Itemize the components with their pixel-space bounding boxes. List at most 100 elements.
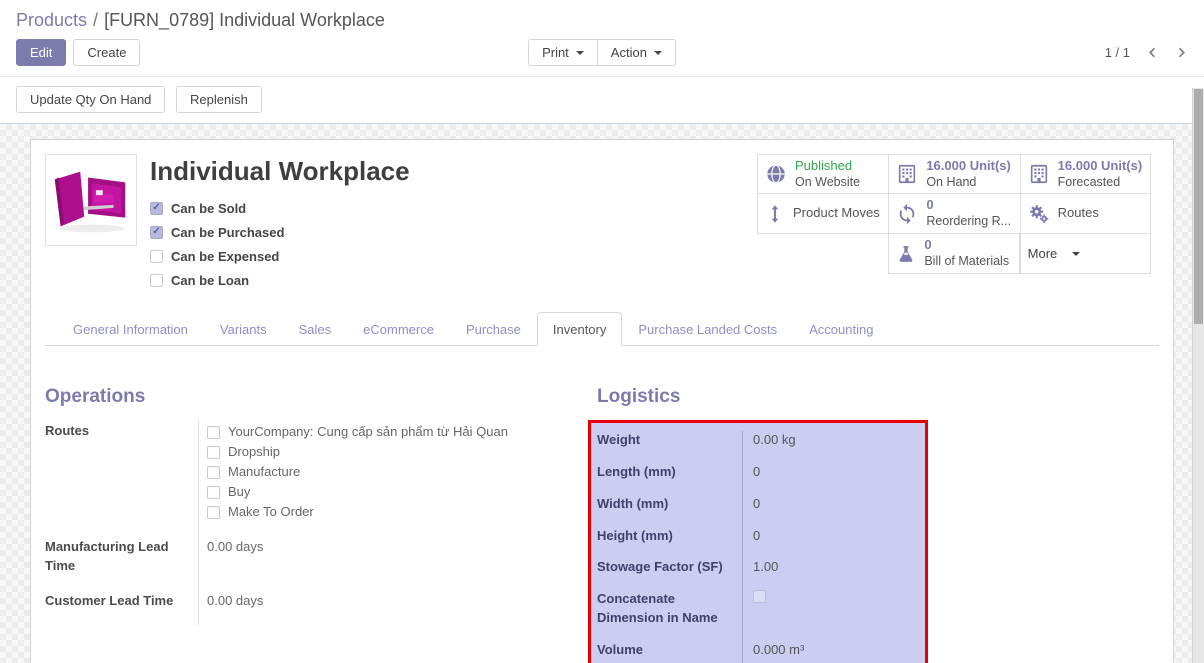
stat-product-moves[interactable]: Product Moves xyxy=(757,194,888,234)
form-header: Individual Workplace ✓ Can be Sold ✓ Can… xyxy=(45,154,1159,297)
flag-can-be-purchased: ✓ Can be Purchased xyxy=(150,225,757,239)
tab-variants[interactable]: Variants xyxy=(204,312,283,346)
tab-label: Accounting xyxy=(809,322,873,337)
stat-on-hand[interactable]: 16.000 Unit(s) On Hand xyxy=(888,154,1019,194)
breadcrumb: Products/[FURN_0789] Individual Workplac… xyxy=(0,0,1204,37)
tab-label: General Information xyxy=(73,322,188,337)
routes-field-label: Routes xyxy=(45,420,198,536)
route-checkbox[interactable]: ✓ xyxy=(207,466,220,479)
refresh-icon xyxy=(896,203,918,225)
width-value: 0 xyxy=(742,495,925,527)
flask-icon xyxy=(896,244,916,264)
tab-accounting[interactable]: Accounting xyxy=(793,312,889,346)
globe-icon xyxy=(765,163,787,185)
update-qty-on-hand-button[interactable]: Update Qty On Hand xyxy=(16,86,165,113)
caret-down-icon xyxy=(1072,252,1080,260)
stat-forecasted[interactable]: 16.000 Unit(s)Forecasted xyxy=(1020,154,1151,194)
route-checkbox[interactable]: ✓ xyxy=(207,426,220,439)
pager-count: 1 / 1 xyxy=(1105,45,1130,60)
tab-inventory[interactable]: Inventory xyxy=(537,312,622,346)
volume-value: 0.000 m³ xyxy=(742,641,925,663)
scrollbar-thumb[interactable] xyxy=(1194,89,1203,324)
customer-lead-time-value: 0.00 days xyxy=(198,590,588,625)
tab-general-information[interactable]: General Information xyxy=(57,312,204,346)
route-checkbox[interactable]: ✓ xyxy=(207,486,220,499)
action-label: Action xyxy=(611,45,647,60)
route-label: Make To Order xyxy=(228,503,314,522)
object-buttons-row: Update Qty On Hand Replenish xyxy=(0,77,1204,124)
stowage-factor-value: 1.00 xyxy=(742,558,925,590)
stat-bill-of-materials[interactable]: 0Bill of Materials xyxy=(888,234,1019,274)
flag-label: Can be Loan xyxy=(171,273,249,288)
more-label: More xyxy=(1028,246,1058,261)
stat-label: On Hand xyxy=(926,175,976,189)
tab-purchase-landed-costs[interactable]: Purchase Landed Costs xyxy=(622,312,793,346)
flag-label: Can be Expensed xyxy=(171,249,279,264)
pager-next-icon[interactable] xyxy=(1175,46,1188,59)
stat-value: 0 xyxy=(926,197,933,212)
manufacturing-lead-time-value: 0.00 days xyxy=(198,536,588,590)
stowage-factor-label: Stowage Factor (SF) xyxy=(591,558,742,590)
can-be-expensed-checkbox[interactable]: ✓ xyxy=(150,250,163,263)
can-be-purchased-checkbox[interactable]: ✓ xyxy=(150,226,163,239)
tab-label: eCommerce xyxy=(363,322,434,337)
stat-label: Reordering R... xyxy=(926,214,1011,228)
print-label: Print xyxy=(542,45,569,60)
control-panel: Products/[FURN_0789] Individual Workplac… xyxy=(0,0,1204,77)
stat-value: 16.000 Unit(s) xyxy=(926,158,1011,173)
caret-down-icon xyxy=(576,51,584,59)
stat-button-grid: PublishedOn Website 16.000 Unit(s) On Han… xyxy=(757,154,1151,274)
stat-reordering-rules[interactable]: 0 Reordering R... xyxy=(888,194,1019,234)
route-option: ✓ Buy xyxy=(207,482,588,502)
create-button[interactable]: Create xyxy=(73,39,140,66)
tab-label: Variants xyxy=(220,322,267,337)
print-dropdown-button[interactable]: Print xyxy=(528,39,598,66)
logistics-heading: Logistics xyxy=(597,386,1159,408)
operations-group: Operations Routes ✓ YourCompany: Cung cấ… xyxy=(45,386,588,663)
can-be-sold-checkbox[interactable]: ✓ xyxy=(150,202,163,215)
building-icon xyxy=(1028,163,1050,185)
stat-on-website[interactable]: PublishedOn Website xyxy=(757,154,888,194)
gears-icon xyxy=(1028,203,1050,225)
route-checkbox[interactable]: ✓ xyxy=(207,446,220,459)
route-label: YourCompany: Cung cấp sản phẩm từ Hải Qu… xyxy=(228,423,508,442)
route-label: Manufacture xyxy=(228,463,300,482)
tab-purchase[interactable]: Purchase xyxy=(450,312,537,346)
action-dropdown-button[interactable]: Action xyxy=(597,39,676,66)
notebook-tabs: General Information Variants Sales eComm… xyxy=(45,311,1159,346)
flag-can-be-expensed: ✓ Can be Expensed xyxy=(150,249,757,263)
tab-label: Purchase Landed Costs xyxy=(638,322,777,337)
arrows-vertical-icon xyxy=(765,204,785,224)
concatenate-dimension-value: ✓ xyxy=(742,590,925,641)
stat-more-dropdown[interactable]: More xyxy=(1020,234,1151,274)
flag-label: Can be Purchased xyxy=(171,225,284,240)
route-option: ✓ Dropship xyxy=(207,442,588,462)
edit-button[interactable]: Edit xyxy=(16,39,66,66)
length-value: 0 xyxy=(742,463,925,495)
route-label: Buy xyxy=(228,483,250,502)
product-image[interactable] xyxy=(45,154,137,246)
building-icon xyxy=(896,163,918,185)
route-checkbox[interactable]: ✓ xyxy=(207,506,220,519)
button-row: Edit Create Print Action 1 / 1 xyxy=(0,37,1204,76)
vertical-scrollbar[interactable] xyxy=(1192,88,1204,663)
tab-sales[interactable]: Sales xyxy=(283,312,348,346)
route-label: Dropship xyxy=(228,443,280,462)
weight-label: Weight xyxy=(591,431,742,463)
replenish-button[interactable]: Replenish xyxy=(176,86,262,113)
breadcrumb-separator: / xyxy=(87,10,104,30)
inventory-tab-content: Operations Routes ✓ YourCompany: Cung cấ… xyxy=(45,346,1159,663)
routes-field-value: ✓ YourCompany: Cung cấp sản phẩm từ Hải … xyxy=(198,420,588,536)
concatenate-dimension-checkbox[interactable]: ✓ xyxy=(753,590,766,603)
can-be-loan-checkbox[interactable]: ✓ xyxy=(150,274,163,287)
pager-previous-icon[interactable] xyxy=(1146,46,1159,59)
caret-down-icon xyxy=(654,51,662,59)
breadcrumb-products-link[interactable]: Products xyxy=(16,10,87,30)
stat-routes[interactable]: Routes xyxy=(1020,194,1151,234)
stat-label: Product Moves xyxy=(793,205,880,220)
tab-ecommerce[interactable]: eCommerce xyxy=(347,312,450,346)
check-icon: ✓ xyxy=(152,203,160,213)
stat-value: 16.000 Unit(s) xyxy=(1058,158,1143,173)
print-action-group: Print Action xyxy=(528,39,676,66)
operations-heading: Operations xyxy=(45,386,588,408)
